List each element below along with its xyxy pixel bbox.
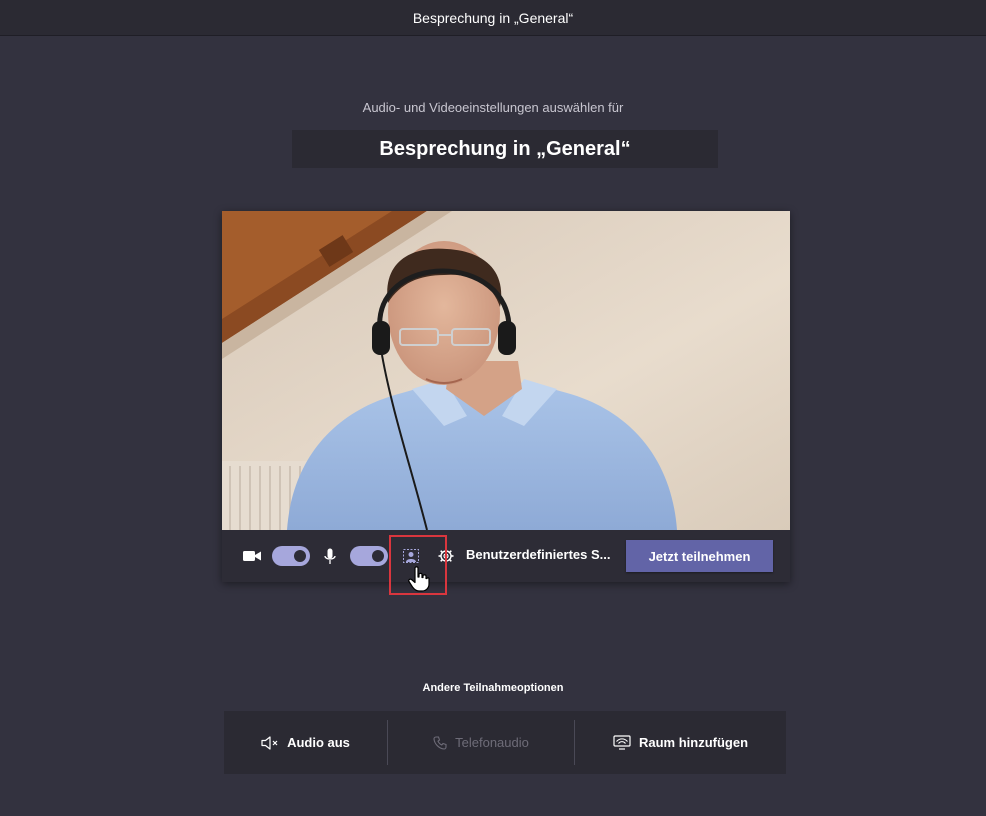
- other-options-bar: Audio aus Telefonaudio Raum hinzufügen: [224, 711, 786, 774]
- video-preview-card: Benutzerdefiniertes S... Jetzt teilnehme…: [222, 211, 790, 582]
- video-camera-icon[interactable]: [242, 546, 262, 566]
- microphone-icon[interactable]: [320, 546, 340, 566]
- audio-off-option[interactable]: Audio aus: [224, 711, 387, 774]
- add-room-label: Raum hinzufügen: [638, 735, 749, 750]
- gear-icon[interactable]: [436, 546, 456, 566]
- phone-audio-label: Telefonaudio: [455, 735, 529, 750]
- microphone-toggle-knob: [372, 550, 384, 562]
- add-room-option[interactable]: Raum hinzufügen: [575, 711, 786, 774]
- microphone-toggle[interactable]: [350, 546, 388, 566]
- prejoin-subtitle: Audio- und Videoeinstellungen auswählen …: [362, 100, 624, 115]
- join-now-button[interactable]: Jetzt teilnehmen: [626, 540, 773, 572]
- meeting-name: Besprechung in „General“: [292, 130, 718, 168]
- phone-audio-option[interactable]: Telefonaudio: [388, 711, 574, 774]
- camera-preview-image: [222, 211, 790, 530]
- camera-preview: [222, 211, 790, 530]
- audio-off-label: Audio aus: [287, 735, 350, 750]
- room-cast-icon: [613, 735, 631, 750]
- camera-toggle[interactable]: [272, 546, 310, 566]
- device-controls-bar: Benutzerdefiniertes S... Jetzt teilnehme…: [222, 530, 790, 582]
- phone-icon: [433, 735, 447, 750]
- speaker-muted-icon: [261, 735, 278, 750]
- hand-cursor-icon: [408, 566, 430, 592]
- device-settings-label[interactable]: Benutzerdefiniertes S...: [466, 547, 616, 562]
- meeting-name-text: Besprechung in „General“: [379, 137, 631, 160]
- background-effects-icon[interactable]: [400, 546, 422, 566]
- window-title: Besprechung in „General“: [412, 9, 574, 26]
- other-options-title: Andere Teilnahmeoptionen: [422, 682, 564, 694]
- window-title-bar: Besprechung in „General“: [0, 0, 986, 36]
- camera-toggle-knob: [294, 550, 306, 562]
